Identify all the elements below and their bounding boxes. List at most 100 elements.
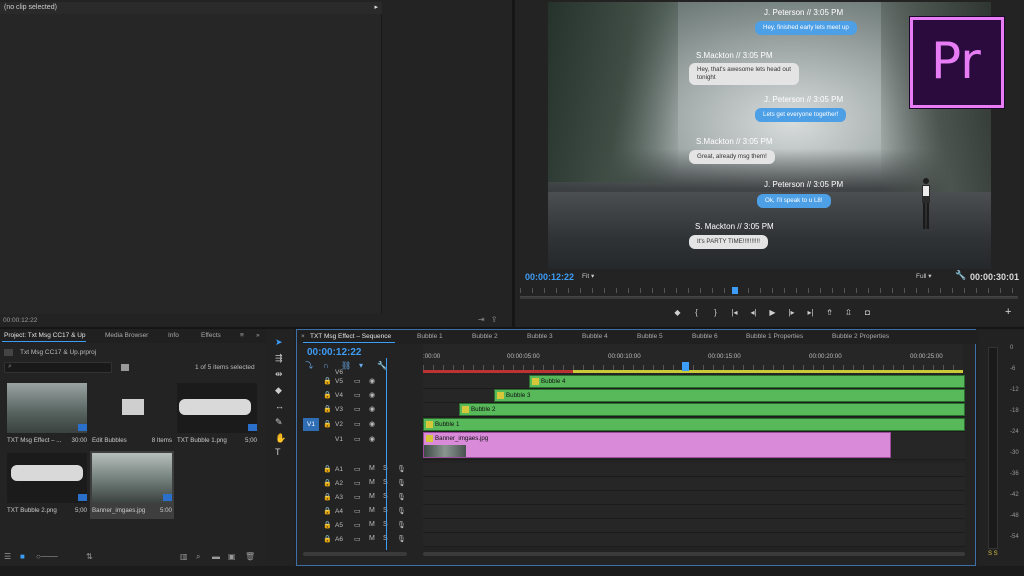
lock-icon[interactable]: 🔒 (323, 507, 332, 515)
solo-buttons[interactable]: S S (988, 551, 998, 557)
clip-bubble-1[interactable]: Bubble 1 (423, 418, 965, 431)
track-header-v4[interactable]: 🔒 V4 ▭ ◉ (297, 389, 423, 403)
track-header-a4[interactable]: 🔒A4 ▭MS🎙 (297, 505, 423, 519)
clip-banner-image[interactable]: Banner_imgaes.jpg (423, 432, 891, 458)
sync-lock-icon[interactable]: ▭ (354, 507, 361, 515)
tab-bubble-5[interactable]: Bubble 5 (637, 333, 663, 340)
mute-button[interactable]: M (369, 507, 375, 514)
project-search-input[interactable]: ⌕ (4, 362, 112, 373)
tab-bubble-1-properties[interactable]: Bubble 1 Properties (746, 333, 803, 340)
microphone-icon[interactable]: 🎙 (397, 521, 406, 529)
source-viewer[interactable] (0, 14, 382, 314)
clip-bubble-2[interactable]: Bubble 2 (459, 403, 965, 416)
source-timecode[interactable]: 00:00:12:22 (3, 317, 37, 324)
panel-menu-icon[interactable]: ≡ (240, 332, 244, 339)
project-item-bubble1[interactable]: TXT Bubble 1.png 5;00 (175, 381, 259, 449)
project-item-bin[interactable]: Edit Bubbles 8 Items (90, 381, 174, 449)
lock-icon[interactable]: 🔒 (323, 535, 332, 543)
tab-bubble-1[interactable]: Bubble 1 (417, 333, 443, 340)
program-playhead[interactable] (732, 287, 738, 294)
track-lane-a2[interactable] (423, 477, 965, 491)
timeline-timecode[interactable]: 00:00:12:22 (307, 347, 361, 358)
new-item-icon[interactable]: ▣ (228, 552, 236, 561)
mute-button[interactable]: M (369, 465, 375, 472)
source-menu-arrow-icon[interactable]: ▸ (374, 2, 378, 14)
mute-button[interactable]: M (369, 535, 375, 542)
track-scrollbar[interactable] (303, 552, 407, 556)
tab-bubble-3[interactable]: Bubble 3 (527, 333, 553, 340)
clip-bubble-3[interactable]: Bubble 3 (494, 389, 965, 402)
track-header-v3[interactable]: 🔒 V3 ▭ ◉ (297, 403, 423, 417)
go-to-in-icon[interactable]: |◂ (725, 308, 744, 317)
sync-lock-icon[interactable]: ▭ (354, 465, 361, 473)
lock-icon[interactable]: 🔒 (323, 391, 332, 399)
sync-lock-icon[interactable]: ▭ (354, 377, 361, 385)
eye-icon[interactable]: ◉ (369, 377, 375, 385)
button-editor-plus-icon[interactable]: + (1005, 306, 1011, 318)
add-marker-icon[interactable]: ◆ (668, 308, 687, 317)
find-icon[interactable]: ⌕ (196, 552, 200, 562)
tab-bubble-2-properties[interactable]: Bubble 2 Properties (832, 333, 889, 340)
lock-icon[interactable]: 🔒 (323, 465, 332, 473)
track-header-v2[interactable]: V1 🔒 V2 ▭ ◉ (297, 418, 423, 432)
hand-tool-icon[interactable]: ✋ (275, 433, 286, 444)
list-view-icon[interactable]: ☰ (4, 552, 11, 561)
source-patch-v1[interactable]: V1 (303, 418, 319, 431)
selection-tool-icon[interactable]: ➤ (275, 337, 283, 348)
track-lane-v4[interactable]: Bubble 3 (423, 389, 965, 403)
program-time-ruler[interactable] (520, 285, 1018, 297)
track-header-a6[interactable]: 🔒A6 ▭MS🎙 (297, 533, 423, 547)
track-lane-a1[interactable] (423, 463, 965, 477)
project-item-banner[interactable]: Banner_imgaes.jpg 5:00 (90, 451, 174, 519)
microphone-icon[interactable]: 🎙 (397, 479, 406, 487)
sync-lock-icon[interactable]: ▭ (354, 493, 361, 501)
lock-icon[interactable]: 🔒 (323, 405, 332, 413)
tab-bubble-2[interactable]: Bubble 2 (472, 333, 498, 340)
step-forward-icon[interactable]: |▸ (782, 308, 801, 317)
track-lane-a5[interactable] (423, 519, 965, 533)
razor-tool-icon[interactable]: ◆ (275, 385, 282, 396)
project-item-bubble2[interactable]: TXT Bubble 2.png 5;00 (5, 451, 89, 519)
track-lane-a3[interactable] (423, 491, 965, 505)
track-header-a2[interactable]: 🔒A2 ▭MS🎙 (297, 477, 423, 491)
track-lane-a6[interactable] (423, 533, 965, 547)
close-tab-icon[interactable]: × (301, 333, 305, 340)
lock-icon[interactable]: 🔒 (323, 479, 332, 487)
tab-project[interactable]: Project: Txt Msg CC17 & Up (4, 332, 86, 339)
playback-resolution-select[interactable]: Full ▾ (916, 272, 932, 280)
sync-lock-icon[interactable]: ▭ (354, 479, 361, 487)
track-lane-v2[interactable]: Bubble 1 (423, 418, 965, 432)
automate-sequence-icon[interactable]: ▥ (180, 552, 188, 561)
camera-icon[interactable]: ◘ (858, 308, 877, 317)
extract-icon[interactable]: ⇫ (839, 308, 858, 317)
clip-bubble-4[interactable]: Bubble 4 (529, 375, 965, 388)
track-lane-v3[interactable]: Bubble 2 (423, 403, 965, 417)
eye-icon[interactable]: ◉ (369, 435, 375, 443)
source-clip-header[interactable]: (no clip selected) ▸ (0, 2, 382, 14)
microphone-icon[interactable]: 🎙 (397, 507, 406, 515)
eye-icon[interactable]: ◉ (369, 420, 375, 428)
wrench-icon[interactable]: 🔧 (955, 270, 966, 281)
sync-lock-icon[interactable]: ▭ (354, 521, 361, 529)
sync-lock-icon[interactable]: ▭ (354, 435, 361, 443)
track-lane-v5[interactable]: Bubble 4 (423, 375, 965, 389)
sync-lock-icon[interactable]: ▭ (354, 391, 361, 399)
lock-icon[interactable]: 🔒 (323, 377, 332, 385)
microphone-icon[interactable]: 🎙 (397, 465, 406, 473)
more-tabs-icon[interactable]: » (256, 332, 260, 339)
track-lane-v1[interactable]: Banner_imgaes.jpg (423, 432, 965, 460)
track-header-v5[interactable]: 🔒 V5 ▭ ◉ (297, 375, 423, 389)
source-export-icons[interactable]: ⇥⇪ (478, 315, 503, 324)
lock-icon[interactable]: 🔒 (323, 521, 332, 529)
go-to-out-icon[interactable]: ▸| (801, 308, 820, 317)
icon-view-icon[interactable]: ■ (20, 552, 25, 561)
track-header-a3[interactable]: 🔒A3 ▭MS🎙 (297, 491, 423, 505)
mute-button[interactable]: M (369, 493, 375, 500)
mute-button[interactable]: M (369, 521, 375, 528)
tab-sequence[interactable]: TXT Msg Effect – Sequence (310, 333, 391, 340)
lock-icon[interactable]: 🔒 (323, 420, 332, 428)
tab-media-browser[interactable]: Media Browser (105, 332, 148, 339)
sync-lock-icon[interactable]: ▭ (354, 420, 361, 428)
tab-bubble-4[interactable]: Bubble 4 (582, 333, 608, 340)
microphone-icon[interactable]: 🎙 (397, 493, 406, 501)
